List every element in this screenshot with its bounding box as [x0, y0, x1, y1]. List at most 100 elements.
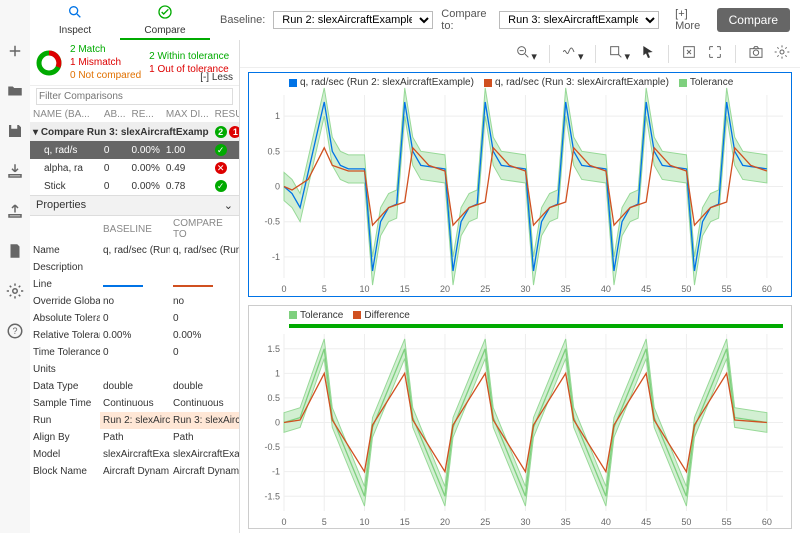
svg-text:?: ? — [12, 326, 17, 336]
tab-compare[interactable]: Compare — [120, 0, 210, 40]
plots-area: ▾ ▾ ▾ q, rad/sec (Run 2: slexAircraftEx — [240, 40, 800, 533]
properties-header[interactable]: Properties⌄ — [30, 195, 239, 216]
settings-icon[interactable] — [772, 42, 792, 65]
svg-text:1.5: 1.5 — [267, 343, 280, 353]
summary-panel: 2 Match 1 Mismatch 0 Not compared 2 With… — [30, 40, 239, 86]
svg-text:0: 0 — [275, 182, 280, 192]
svg-text:1: 1 — [275, 368, 280, 378]
chevron-down-icon: ⌄ — [224, 199, 233, 212]
tab-compare-label: Compare — [120, 25, 210, 36]
svg-text:45: 45 — [641, 517, 651, 527]
property-row: Units — [30, 361, 240, 378]
svg-text:5: 5 — [322, 284, 327, 294]
save-icon[interactable] — [4, 120, 26, 145]
more-toggle[interactable]: [+] More — [675, 8, 709, 32]
tab-inspect-label: Inspect — [30, 25, 120, 36]
plot-top[interactable]: q, rad/sec (Run 2: slexAircraftExample) … — [248, 72, 792, 297]
summary-match: 2 Match — [70, 44, 141, 55]
svg-text:15: 15 — [400, 517, 410, 527]
svg-text:5: 5 — [322, 517, 327, 527]
svg-text:25: 25 — [480, 284, 490, 294]
col-name[interactable]: NAME (BA... — [30, 107, 101, 123]
svg-text:35: 35 — [561, 517, 571, 527]
svg-text:0.5: 0.5 — [267, 146, 280, 156]
baseline-label: Baseline: — [220, 14, 265, 26]
left-panel: 2 Match 1 Mismatch 0 Not compared 2 With… — [30, 40, 240, 533]
property-row: Time Tolerance00 — [30, 344, 240, 361]
pass-bar — [289, 324, 783, 328]
svg-text:60: 60 — [762, 517, 772, 527]
property-row: Absolute Tolerance00 — [30, 310, 240, 327]
svg-text:35: 35 — [561, 284, 571, 294]
properties-table: BASELINECOMPARE TO Nameq, rad/sec (Runq,… — [30, 216, 240, 480]
summary-within: 2 Within tolerance — [149, 51, 229, 62]
svg-text:20: 20 — [440, 284, 450, 294]
svg-text:55: 55 — [722, 284, 732, 294]
svg-text:40: 40 — [601, 517, 611, 527]
property-row: Override Global Tolenono — [30, 293, 240, 310]
property-row: RunRun 2: slexAircRun 3: slexAirc — [30, 412, 240, 429]
property-row: ModelslexAircraftExaslexAircraftExa — [30, 446, 240, 463]
property-row: Relative Tolerance0.00%0.00% — [30, 327, 240, 344]
property-row: Align ByPathPath — [30, 429, 240, 446]
svg-text:0: 0 — [275, 417, 280, 427]
side-toolbar: ? — [0, 0, 30, 533]
svg-text:10: 10 — [359, 517, 369, 527]
svg-text:1: 1 — [275, 111, 280, 121]
fit-icon[interactable] — [679, 42, 699, 65]
svg-text:10: 10 — [359, 284, 369, 294]
svg-text:-0.5: -0.5 — [264, 442, 280, 452]
col-max[interactable]: MAX DI... — [163, 107, 212, 123]
table-row[interactable]: alpha, ra00.00%0.49✕ — [30, 159, 240, 177]
compareto-label: Compare to: — [441, 8, 491, 32]
import-icon[interactable] — [4, 160, 26, 185]
col-abs[interactable]: AB... — [101, 107, 129, 123]
zoom-in-time-icon[interactable]: ▾ — [513, 42, 539, 65]
snapshot-icon[interactable] — [746, 42, 766, 65]
svg-text:30: 30 — [520, 517, 530, 527]
legend-top: q, rad/sec (Run 2: slexAircraftExample) … — [289, 77, 733, 88]
svg-text:0: 0 — [281, 284, 286, 294]
property-row: Nameq, rad/sec (Runq, rad/sec (Run — [30, 242, 240, 259]
property-row: Sample TimeContinuousContinuous — [30, 395, 240, 412]
zoom-box-icon[interactable]: ▾ — [606, 42, 632, 65]
filter-input[interactable] — [36, 88, 233, 105]
plot-bottom[interactable]: Tolerance Difference 0510152025303540455… — [248, 305, 792, 530]
svg-text:60: 60 — [762, 284, 772, 294]
property-row: Description — [30, 259, 240, 276]
folder-icon[interactable] — [4, 80, 26, 105]
svg-text:40: 40 — [601, 284, 611, 294]
table-row[interactable]: Stick00.00%0.78✓ — [30, 177, 240, 195]
summary-mismatch: 1 Mismatch — [70, 57, 141, 68]
tab-inspect[interactable]: Inspect — [30, 0, 120, 40]
pointer-icon[interactable] — [638, 42, 658, 65]
svg-text:50: 50 — [681, 284, 691, 294]
report-icon[interactable] — [4, 240, 26, 265]
group-row[interactable]: ▾ Compare Run 3: slexAircraftExamp 2 1 — [30, 123, 240, 142]
signal-wave-icon[interactable]: ▾ — [560, 42, 586, 65]
svg-text:-1: -1 — [272, 252, 280, 262]
add-icon[interactable] — [4, 40, 26, 65]
baseline-select[interactable]: Run 2: slexAircraftExample — [273, 11, 433, 29]
gear-icon[interactable] — [4, 280, 26, 305]
summary-donut-icon — [36, 50, 62, 76]
export-icon[interactable] — [4, 200, 26, 225]
compare-button[interactable]: Compare — [717, 8, 790, 32]
help-icon[interactable]: ? — [4, 320, 26, 345]
svg-text:25: 25 — [480, 517, 490, 527]
svg-text:55: 55 — [722, 517, 732, 527]
svg-text:20: 20 — [440, 517, 450, 527]
compareto-select[interactable]: Run 3: slexAircraftExample — [499, 11, 659, 29]
svg-text:15: 15 — [400, 284, 410, 294]
col-rel[interactable]: RE... — [129, 107, 163, 123]
svg-text:45: 45 — [641, 284, 651, 294]
svg-text:-1.5: -1.5 — [264, 491, 280, 501]
less-toggle[interactable]: [-] Less — [200, 72, 233, 83]
comparison-table: NAME (BA... AB... RE... MAX DI... RESULT… — [30, 107, 240, 195]
svg-text:50: 50 — [681, 517, 691, 527]
svg-text:0: 0 — [281, 517, 286, 527]
property-row: Line — [30, 276, 240, 293]
col-res[interactable]: RESULT — [212, 107, 240, 123]
expand-icon[interactable] — [705, 42, 725, 65]
table-row[interactable]: q, rad/s00.00%1.00✓ — [30, 141, 240, 159]
